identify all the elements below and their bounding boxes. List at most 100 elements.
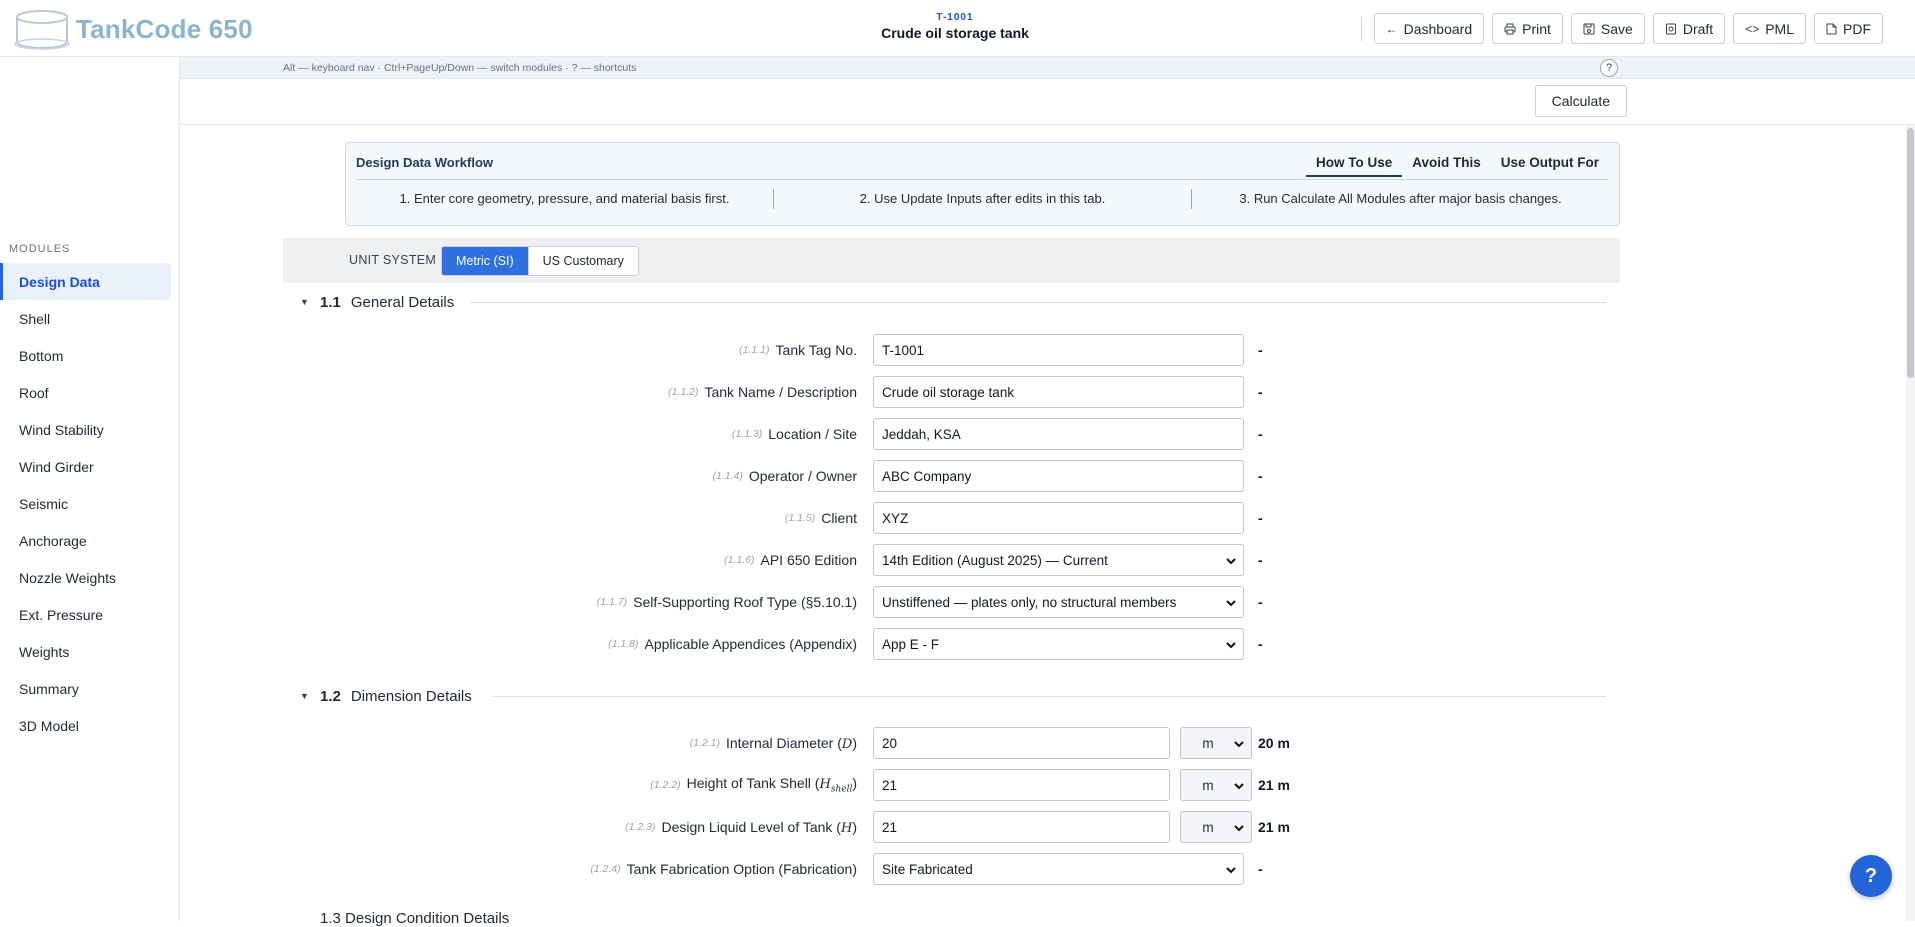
unit-select[interactable]: m (1180, 811, 1252, 843)
field-row-roof-type: (1.1.7) Self-Supporting Roof Type (§5.10.… (283, 585, 1620, 619)
print-button[interactable]: Print (1492, 13, 1563, 44)
section-title: General Details (350, 293, 455, 311)
sidebar-item-nozzle-weights[interactable]: Nozzle Weights (0, 559, 171, 596)
unit-select[interactable]: m (1180, 769, 1252, 801)
modules-heading: MODULES (9, 243, 71, 255)
field-label-prefix: Design Liquid Level of Tank ( (661, 818, 841, 835)
appendices-select[interactable]: App E - F (873, 628, 1244, 660)
shell-height-input[interactable]: 21 (873, 769, 1170, 801)
chevron-down-icon (1226, 867, 1236, 874)
calculate-bar: Calculate (180, 79, 1915, 125)
field-label: (1.1.1) Tank Tag No. (283, 333, 857, 367)
unit-select[interactable]: m (1180, 727, 1252, 759)
tab-use-output-for[interactable]: Use Output For (1491, 149, 1609, 177)
api-edition-select[interactable]: 14th Edition (August 2025) — Current (873, 544, 1244, 576)
pdf-label: PDF (1843, 20, 1871, 37)
client-input[interactable]: XYZ (873, 502, 1244, 534)
tab-how-to-use[interactable]: How To Use (1305, 149, 1403, 177)
caret-down-icon: ▼ (300, 691, 309, 701)
sidebar-item-bottom[interactable]: Bottom (0, 337, 171, 374)
field-label: (1.1.2) Tank Name / Description (283, 375, 857, 409)
app-name: TankCode 650 (76, 13, 253, 44)
pdf-button[interactable]: PDF (1814, 13, 1883, 44)
shortcuts-help-button[interactable]: ? (1600, 59, 1618, 77)
scrollbar-thumb[interactable] (1907, 128, 1914, 378)
sidebar-item-anchorage[interactable]: Anchorage (0, 522, 171, 559)
field-label: (1.1.3) Location / Site (283, 417, 857, 451)
sidebar-item-3d-model[interactable]: 3D Model (0, 707, 171, 744)
field-label: (1.1.4) Operator / Owner (283, 459, 857, 493)
tab-avoid-this[interactable]: Avoid This (1402, 149, 1491, 177)
field-ref: (1.1.4) (712, 470, 743, 482)
sidebar-item-ext-pressure[interactable]: Ext. Pressure (0, 596, 171, 633)
draft-button[interactable]: Draft (1652, 13, 1726, 44)
internal-diameter-input[interactable]: 20 (873, 727, 1170, 759)
printer-icon (1504, 23, 1516, 34)
field-label-text: Internal Diameter (D) (725, 734, 857, 752)
field-row-appendices: (1.1.8) Applicable Appendices (Appendix) … (283, 627, 1620, 661)
sidebar-item-seismic[interactable]: Seismic (0, 485, 171, 522)
app-logo[interactable]: TankCode 650 (14, 8, 253, 50)
code-icon: <> (1745, 21, 1760, 36)
workflow-step: 3. Run Calculate All Modules after major… (1239, 191, 1562, 206)
operator-input[interactable]: ABC Company (873, 460, 1244, 492)
chevron-down-icon (1234, 783, 1244, 790)
field-ref: (1.2.3) (625, 821, 656, 833)
field-ref: (1.1.2) (668, 386, 699, 398)
select-value: App E - F (882, 636, 940, 652)
sidebar-item-summary[interactable]: Summary (0, 670, 171, 707)
select-value: Site Fabricated (882, 861, 973, 877)
sidebar-item-weights[interactable]: Weights (0, 633, 171, 670)
field-label-prefix: Height of Tank Shell ( (686, 775, 820, 792)
pml-label: PML (1765, 20, 1794, 37)
chevron-down-icon (1226, 642, 1236, 649)
shortcut-hint-bar: Alt — keyboard nav · Ctrl+PageUp/Down — … (180, 57, 1915, 79)
section-number: 1.2 (320, 687, 341, 705)
save-button[interactable]: Save (1570, 13, 1645, 44)
tank-name-input[interactable]: Crude oil storage tank (873, 376, 1244, 408)
fabrication-select[interactable]: Site Fabricated (873, 853, 1244, 885)
field-ref: (1.1.1) (739, 344, 770, 356)
select-value: 14th Edition (August 2025) — Current (882, 552, 1108, 568)
unit-system-label: UNIT SYSTEM (349, 253, 437, 267)
calculate-button[interactable]: Calculate (1534, 85, 1627, 117)
location-input[interactable]: Jeddah, KSA (873, 418, 1244, 450)
unit-metric-button[interactable]: Metric (SI) (442, 247, 528, 275)
workflow-step: 2. Use Update Inputs after edits in this… (859, 191, 1106, 206)
help-fab-button[interactable]: ? (1850, 855, 1892, 897)
field-row-operator: (1.1.4) Operator / Owner ABC Company - (283, 459, 1620, 493)
section-title: Dimension Details (350, 687, 472, 705)
unit-system-bar: UNIT SYSTEM Metric (SI) US Customary (283, 238, 1620, 283)
caret-down-icon: ▼ (300, 297, 309, 307)
sidebar-item-shell[interactable]: Shell (0, 300, 171, 337)
field-result: - (1258, 342, 1263, 358)
workflow-step: 1. Enter core geometry, pressure, and ma… (399, 191, 730, 206)
tank-tag-input[interactable]: T-1001 (873, 334, 1244, 366)
sidebar-item-roof[interactable]: Roof (0, 374, 171, 411)
workflow-tabs: How To Use Avoid This Use Output For (1305, 149, 1609, 177)
dashboard-button[interactable]: ← Dashboard (1373, 13, 1485, 44)
field-ref: (1.1.6) (724, 554, 755, 566)
field-label-text: Tank Fabrication Option (Fabrication) (626, 861, 857, 877)
field-result: - (1258, 552, 1263, 568)
sidebar-item-design-data[interactable]: Design Data (0, 263, 171, 300)
pml-button[interactable]: <> PML (1733, 13, 1806, 44)
workflow-steps: 1. Enter core geometry, pressure, and ma… (356, 189, 1609, 209)
math-symbol: H (840, 820, 853, 836)
sidebar-item-wind-stability[interactable]: Wind Stability (0, 411, 171, 448)
section-number: 1.1 (320, 293, 341, 311)
sidebar-item-wind-girder[interactable]: Wind Girder (0, 448, 171, 485)
section-general-details-header[interactable]: ▼ 1.1 General Details (300, 291, 454, 313)
pdf-icon (1826, 23, 1837, 34)
field-ref: (1.2.2) (650, 779, 681, 791)
top-bar: TankCode 650 T-1001 Crude oil storage ta… (0, 0, 1915, 57)
save-icon (1583, 23, 1595, 34)
liquid-level-input[interactable]: 21 (873, 811, 1170, 843)
field-label: (1.1.7) Self-Supporting Roof Type (§5.10.… (283, 585, 857, 619)
field-label-text: Location / Site (768, 426, 857, 442)
field-result: 20 m (1258, 735, 1290, 751)
section-dimension-details-header[interactable]: ▼ 1.2 Dimension Details (300, 685, 472, 707)
roof-type-select[interactable]: Unstiffened — plates only, no structural… (873, 586, 1244, 618)
unit-us-customary-button[interactable]: US Customary (527, 247, 638, 275)
section-design-condition-header[interactable]: 1.3 Design Condition Details (320, 910, 509, 927)
